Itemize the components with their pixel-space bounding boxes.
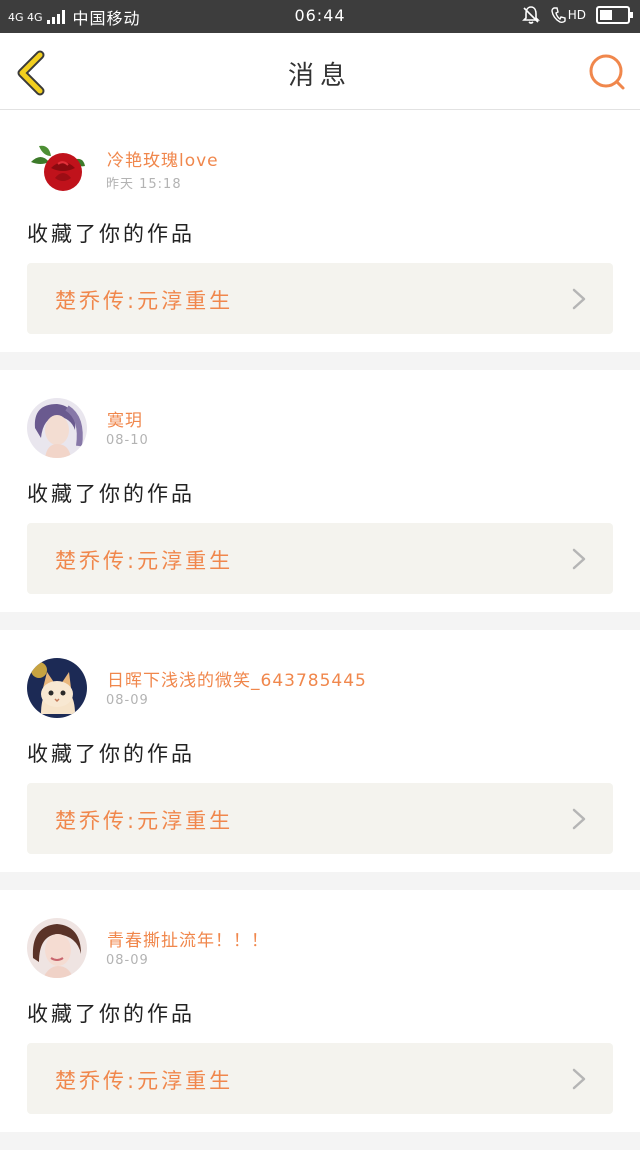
girl-purple-hair-avatar-icon [27,398,87,458]
action-text: 收藏了你的作品 [27,482,195,506]
phone-icon [551,7,566,24]
search-icon [589,54,625,90]
message-card: 寞玥 08-10 收藏了你的作品 楚乔传:元淳重生 [0,370,640,630]
chevron-right-icon [572,288,586,310]
work-title: 楚乔传:元淳重生 [55,289,234,313]
rose-avatar-icon [27,138,87,198]
work-title: 楚乔传:元淳重生 [55,809,234,833]
timestamp: 08-09 [106,693,149,708]
action-text: 收藏了你的作品 [27,1002,195,1026]
battery-level [600,10,612,20]
work-link[interactable]: 楚乔传:元淳重生 [27,523,613,594]
work-title: 楚乔传:元淳重生 [55,1069,234,1093]
avatar[interactable] [27,658,87,718]
work-link[interactable]: 楚乔传:元淳重生 [27,263,613,334]
timestamp: 昨天 15:18 [106,177,182,192]
username[interactable]: 日晖下浅浅的微笑_643785445 [107,666,367,691]
timestamp: 08-10 [106,433,149,448]
chevron-right-icon [572,548,586,570]
work-link[interactable]: 楚乔传:元淳重生 [27,783,613,854]
cat-avatar-icon [27,658,87,718]
username[interactable]: 青春撕扯流年！！！ [107,926,269,951]
timestamp: 08-09 [106,953,149,968]
avatar[interactable] [27,398,87,458]
action-text: 收藏了你的作品 [27,222,195,246]
bell-muted-icon [521,6,540,24]
battery-icon [596,6,633,24]
status-bar: 4G 4G 中国移动 06:44 HD [0,0,640,33]
avatar[interactable] [27,918,87,978]
work-title: 楚乔传:元淳重生 [55,549,234,573]
page-title: 消息 [287,61,352,91]
status-right: HD [521,5,633,25]
header: 消息 [0,33,640,110]
message-list: 冷艳玫瑰love 昨天 15:18 收藏了你的作品 楚乔传:元淳重生 寞玥 08… [0,110,640,1150]
girl-portrait-avatar-icon [27,918,87,978]
chevron-right-icon [572,808,586,830]
message-card: 日晖下浅浅的微笑_643785445 08-09 收藏了你的作品 楚乔传:元淳重… [0,630,640,890]
phone-hd-indicator: HD [551,6,586,24]
message-card: 青春撕扯流年！！！ 08-09 收藏了你的作品 楚乔传:元淳重生 [0,890,640,1150]
username[interactable]: 寞玥 [107,406,143,431]
action-text: 收藏了你的作品 [27,742,195,766]
chevron-right-icon [572,1068,586,1090]
avatar[interactable] [27,138,87,198]
username[interactable]: 冷艳玫瑰love [107,146,219,171]
search-button[interactable] [586,51,630,95]
message-card: 冷艳玫瑰love 昨天 15:18 收藏了你的作品 楚乔传:元淳重生 [0,110,640,370]
hd-label: HD [567,8,586,22]
work-link[interactable]: 楚乔传:元淳重生 [27,1043,613,1114]
